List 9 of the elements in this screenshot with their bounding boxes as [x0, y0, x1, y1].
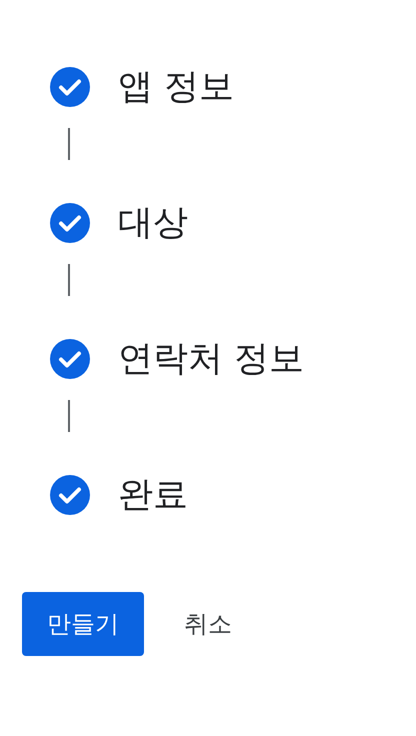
- step-label: 연락처 정보: [118, 339, 304, 379]
- cancel-button[interactable]: 취소: [184, 608, 232, 640]
- step-label: 앱 정보: [118, 67, 234, 107]
- step-label: 완료: [118, 475, 188, 515]
- step-label: 대상: [118, 203, 188, 243]
- step-connector: [68, 400, 70, 432]
- step-connector: [68, 128, 70, 160]
- step-connector: [68, 264, 70, 296]
- create-button[interactable]: 만들기: [22, 592, 144, 656]
